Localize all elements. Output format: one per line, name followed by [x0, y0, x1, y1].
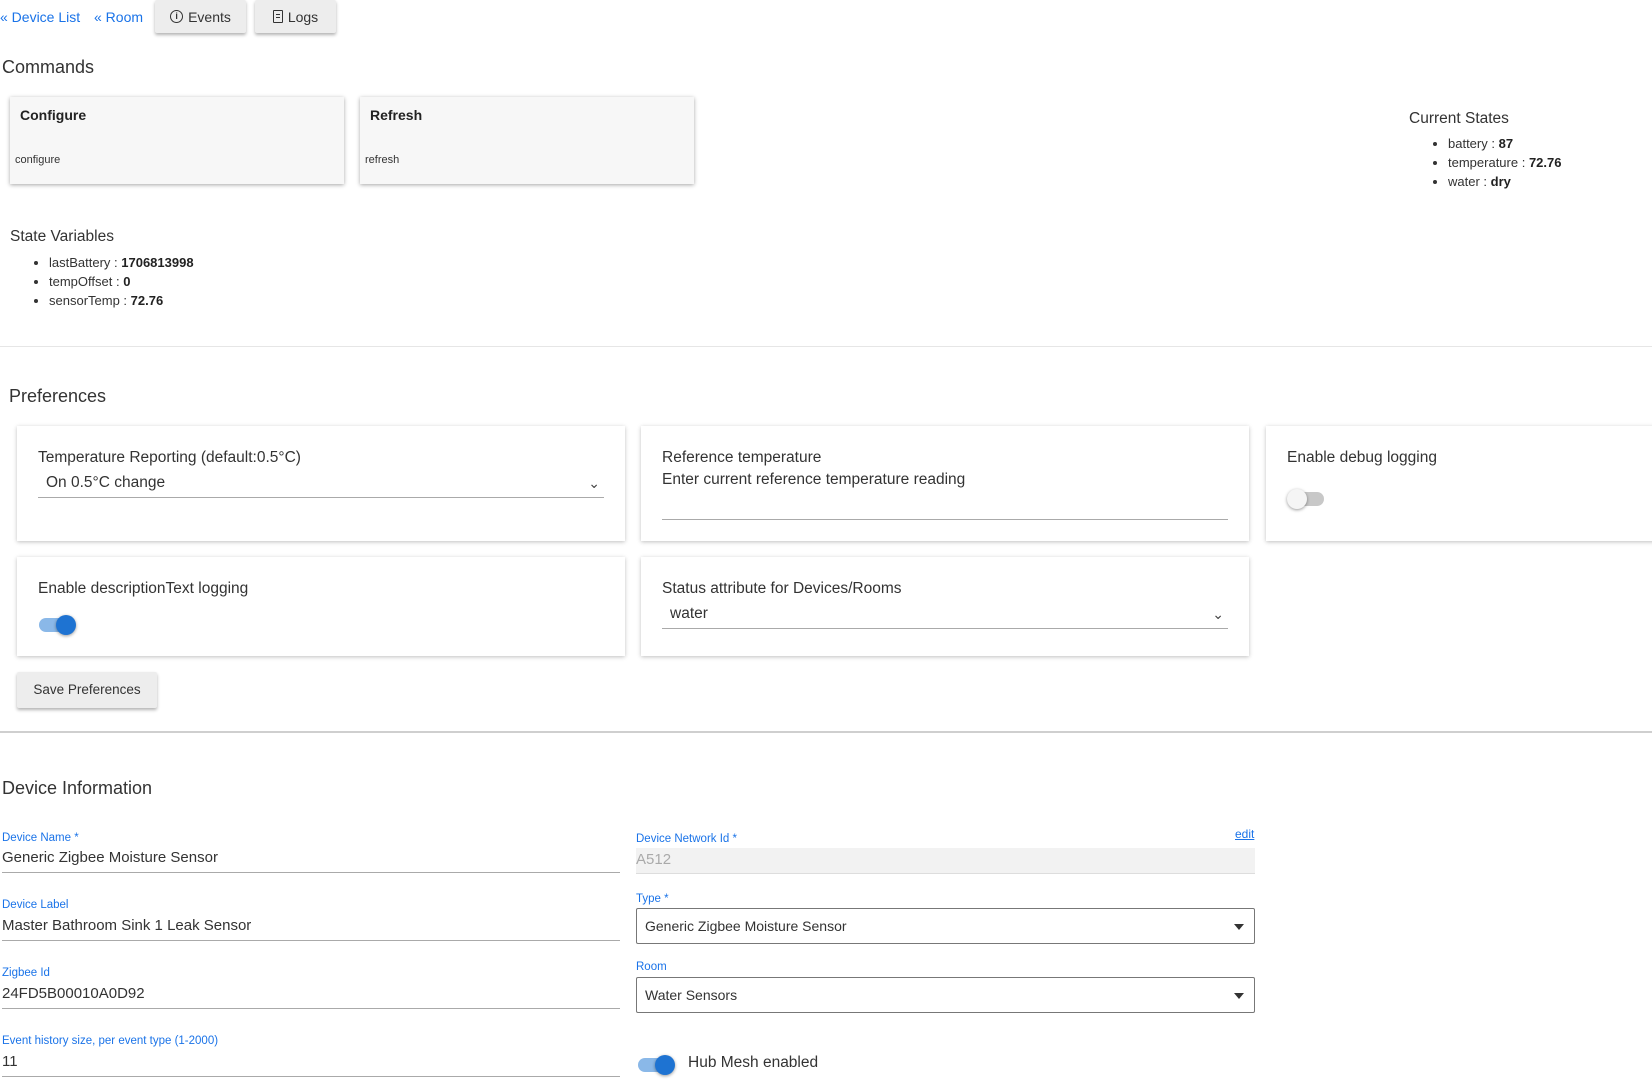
debug-logging-toggle[interactable]: [1287, 489, 1324, 509]
desc-logging-toggle[interactable]: [39, 615, 76, 635]
info-icon: i: [170, 10, 184, 23]
type-select[interactable]: Generic Zigbee Moisture Sensor: [636, 908, 1255, 944]
temp-reporting-select[interactable]: On 0.5°C change ⌄: [38, 472, 604, 498]
temp-reporting-label: Temperature Reporting (default:0.5°C): [38, 449, 301, 466]
command-name: refresh: [365, 154, 400, 166]
debug-logging-label: Enable debug logging: [1287, 449, 1437, 466]
state-item: water : dry: [1448, 172, 1561, 191]
commands-heading: Commands: [2, 57, 95, 77]
chevron-down-icon: ⌄: [1212, 606, 1224, 622]
state-variable-item: tempOffset : 0: [49, 272, 194, 291]
network-id-input: A512: [636, 848, 1255, 874]
reference-temp-label: Reference temperature: [662, 449, 822, 466]
status-attribute-select[interactable]: water ⌄: [662, 603, 1228, 629]
device-information-heading: Device Information: [2, 778, 153, 798]
device-list-link[interactable]: « Device List: [0, 9, 80, 25]
network-id-label: Device Network Id *: [636, 833, 737, 845]
section-divider: [0, 346, 1652, 347]
device-name-input[interactable]: Generic Zigbee Moisture Sensor: [2, 847, 620, 873]
document-icon: [272, 10, 283, 23]
dropdown-arrow-icon: [1234, 924, 1244, 930]
refresh-command-card[interactable]: Refresh refresh: [360, 97, 694, 184]
logs-button-label: Logs: [287, 8, 319, 25]
state-item: temperature : 72.76: [1448, 153, 1561, 172]
temp-reporting-card: Temperature Reporting (default:0.5°C) On…: [17, 426, 625, 541]
type-label: Type *: [636, 893, 669, 905]
state-variable-item: sensorTemp : 72.76: [49, 291, 194, 310]
state-variables-heading: State Variables: [10, 228, 114, 245]
state-variable-item: lastBattery : 1706813998: [49, 253, 194, 272]
event-history-label: Event history size, per event type (1-20…: [2, 1035, 219, 1047]
events-button-label: Events: [188, 8, 231, 25]
state-variables: State Variables lastBattery : 1706813998…: [10, 228, 194, 310]
current-states: Current States battery : 87 temperature …: [1409, 110, 1561, 191]
current-states-heading: Current States: [1409, 110, 1509, 127]
command-title: Refresh: [370, 107, 423, 123]
logs-button[interactable]: Logs: [255, 0, 336, 33]
section-divider: [0, 731, 1652, 733]
device-name-label: Device Name *: [2, 832, 79, 844]
debug-logging-card: Enable debug logging: [1266, 426, 1652, 541]
command-title: Configure: [20, 107, 87, 123]
chevron-down-icon: ⌄: [588, 475, 600, 491]
dropdown-arrow-icon: [1234, 993, 1244, 999]
desc-logging-label: Enable descriptionText logging: [38, 580, 249, 597]
edit-network-id-link[interactable]: edit: [1235, 827, 1254, 841]
device-label-input[interactable]: Master Bathroom Sink 1 Leak Sensor: [2, 915, 620, 941]
desc-logging-card: Enable descriptionText logging: [17, 557, 625, 656]
device-label-label: Device Label: [2, 899, 69, 911]
save-preferences-button[interactable]: Save Preferences: [17, 672, 157, 708]
events-button[interactable]: i Events: [155, 0, 246, 33]
status-attribute-label: Status attribute for Devices/Rooms: [662, 580, 902, 597]
zigbee-id-label: Zigbee Id: [2, 967, 50, 979]
preferences-heading: Preferences: [9, 386, 107, 406]
reference-temp-input[interactable]: [662, 496, 1228, 520]
state-item: battery : 87: [1448, 134, 1561, 153]
reference-temp-sublabel: Enter current reference temperature read…: [662, 471, 966, 488]
configure-command-card[interactable]: Configure configure: [10, 97, 344, 184]
room-link[interactable]: « Room: [94, 9, 143, 25]
hub-mesh-label: Hub Mesh enabled: [688, 1054, 819, 1071]
zigbee-id-input[interactable]: 24FD5B00010A0D92: [2, 983, 620, 1009]
hub-mesh-toggle[interactable]: [638, 1055, 675, 1075]
room-label: Room: [636, 961, 667, 973]
command-name: configure: [15, 154, 61, 166]
reference-temp-card: Reference temperature Enter current refe…: [641, 426, 1249, 541]
room-select[interactable]: Water Sensors: [636, 977, 1255, 1013]
status-attribute-card: Status attribute for Devices/Rooms water…: [641, 557, 1249, 656]
event-history-input[interactable]: 11: [2, 1051, 620, 1077]
